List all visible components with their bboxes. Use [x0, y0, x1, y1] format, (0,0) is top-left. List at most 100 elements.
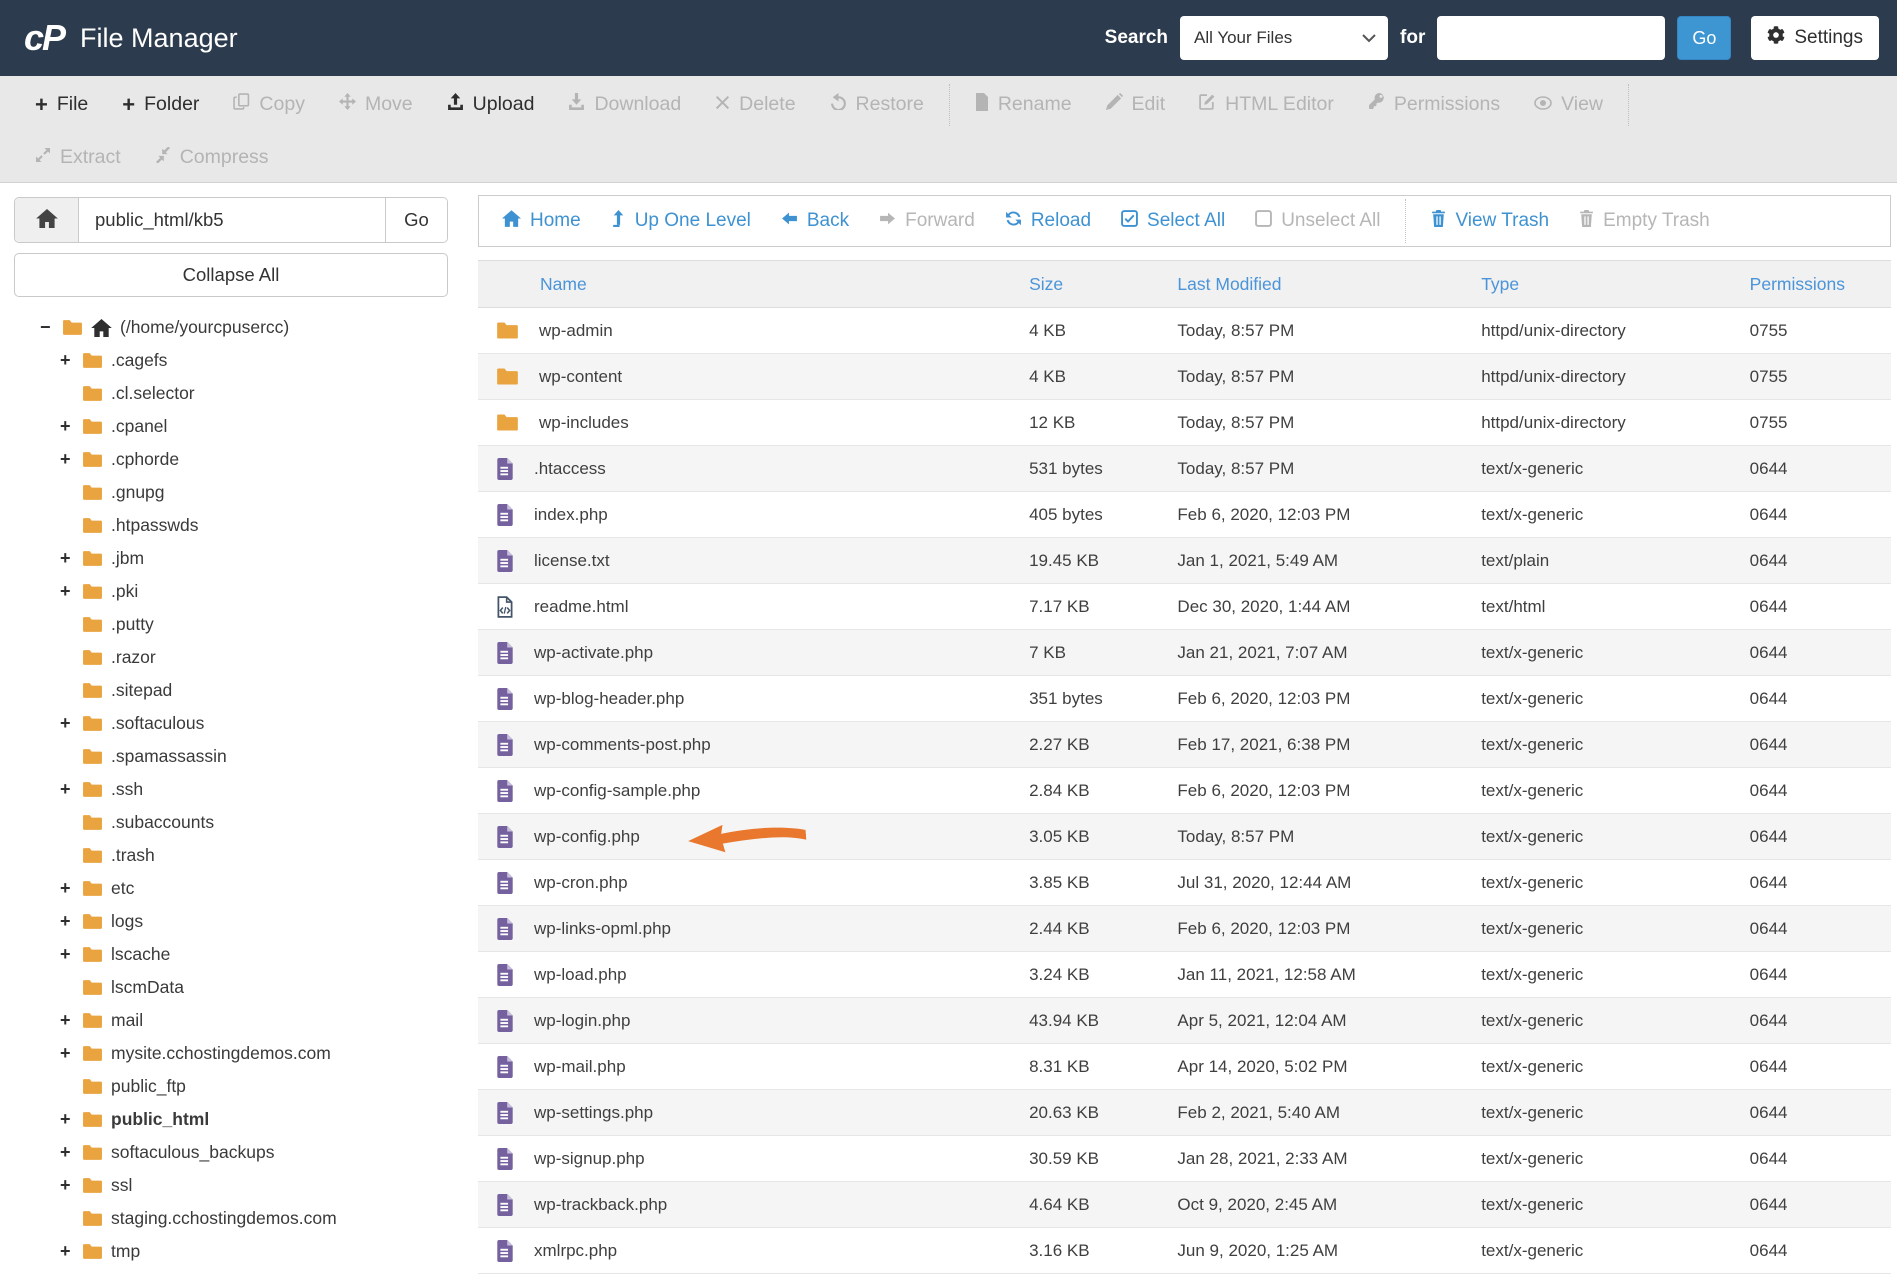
tree-toggle[interactable]: +	[60, 449, 82, 470]
tree-item[interactable]: − (/home/yourcpusercc)	[14, 311, 448, 344]
edit-button[interactable]: Edit	[1089, 93, 1183, 116]
compress-icon-button[interactable]: Compress	[138, 146, 286, 169]
tree-item[interactable]: + tmp	[14, 1235, 448, 1268]
tree-item[interactable]: + .cagefs	[14, 344, 448, 377]
tree-item[interactable]: public_ftp	[14, 1070, 448, 1103]
copy-button[interactable]: Copy	[216, 93, 322, 116]
home-path-button[interactable]	[15, 198, 79, 242]
settings-button[interactable]: Settings	[1751, 16, 1879, 60]
tree-item[interactable]: staging.cchostingdemos.com	[14, 1202, 448, 1235]
extract-button[interactable]: Extract	[18, 146, 138, 169]
tree-item[interactable]: + softaculous_backups	[14, 1136, 448, 1169]
table-row[interactable]: wp-content 4 KB Today, 8:57 PM httpd/uni…	[478, 354, 1891, 400]
tree-item[interactable]: lscmData	[14, 971, 448, 1004]
table-row[interactable]: .htaccess 531 bytes Today, 8:57 PM text/…	[478, 446, 1891, 492]
table-row[interactable]: wp-links-opml.php 2.44 KB Feb 6, 2020, 1…	[478, 906, 1891, 952]
download-button[interactable]: Download	[551, 93, 698, 116]
collapse-all-button[interactable]: Collapse All	[14, 253, 448, 297]
nav-home-button[interactable]: Home	[487, 209, 596, 233]
tree-toggle[interactable]: +	[60, 1043, 82, 1064]
tree-item[interactable]: + mail	[14, 1004, 448, 1037]
tree-item[interactable]: + .pki	[14, 575, 448, 608]
tree-toggle[interactable]: +	[60, 1241, 82, 1262]
table-row[interactable]: wp-login.php 43.94 KB Apr 5, 2021, 12:04…	[478, 998, 1891, 1044]
empty-trash-button[interactable]: Empty Trash	[1564, 209, 1725, 233]
tree-item[interactable]: .subaccounts	[14, 806, 448, 839]
tree-item[interactable]: + .jbm	[14, 542, 448, 575]
table-row[interactable]: readme.html 7.17 KB Dec 30, 2020, 1:44 A…	[478, 584, 1891, 630]
restore-button[interactable]: Restore	[813, 93, 941, 116]
tree-item[interactable]: .gnupg	[14, 476, 448, 509]
tree-item[interactable]: .sitepad	[14, 674, 448, 707]
table-row[interactable]: wp-includes 12 KB Today, 8:57 PM httpd/u…	[478, 400, 1891, 446]
file-button[interactable]: + File	[18, 93, 105, 116]
tree-item[interactable]: .razor	[14, 641, 448, 674]
tree-toggle[interactable]: +	[60, 779, 82, 800]
table-row[interactable]: wp-signup.php 30.59 KB Jan 28, 2021, 2:3…	[478, 1136, 1891, 1182]
tree-toggle[interactable]: +	[60, 350, 82, 371]
column-header-size[interactable]: Size	[1029, 274, 1177, 295]
tree-item[interactable]: + public_html	[14, 1103, 448, 1136]
tree-item[interactable]: .spamassassin	[14, 740, 448, 773]
column-header-permissions[interactable]: Permissions	[1750, 274, 1891, 295]
tree-toggle[interactable]: +	[60, 416, 82, 437]
tree-item[interactable]: + logs	[14, 905, 448, 938]
tree-item[interactable]: + .ssh	[14, 773, 448, 806]
delete-button[interactable]: Delete	[698, 93, 812, 116]
view-button[interactable]: View	[1517, 93, 1620, 116]
column-header-last-modified[interactable]: Last Modified	[1177, 274, 1481, 295]
tree-item[interactable]: .trash	[14, 839, 448, 872]
folder-button[interactable]: + Folder	[105, 93, 216, 116]
tree-item[interactable]: + .cphorde	[14, 443, 448, 476]
upload-button[interactable]: Upload	[430, 93, 552, 116]
table-row[interactable]: wp-comments-post.php 2.27 KB Feb 17, 202…	[478, 722, 1891, 768]
table-row[interactable]: wp-mail.php 8.31 KB Apr 14, 2020, 5:02 P…	[478, 1044, 1891, 1090]
tree-toggle[interactable]: +	[60, 713, 82, 734]
table-row[interactable]: license.txt 19.45 KB Jan 1, 2021, 5:49 A…	[478, 538, 1891, 584]
table-row[interactable]: index.php 405 bytes Feb 6, 2020, 12:03 P…	[478, 492, 1891, 538]
tree-item[interactable]: + .softaculous	[14, 707, 448, 740]
tree-toggle[interactable]: +	[60, 1109, 82, 1130]
column-header-type[interactable]: Type	[1481, 274, 1749, 295]
table-row[interactable]: wp-config-sample.php 2.84 KB Feb 6, 2020…	[478, 768, 1891, 814]
search-scope-select[interactable]: All Your Files	[1180, 16, 1389, 60]
tree-toggle[interactable]: +	[60, 1142, 82, 1163]
table-row[interactable]: xmlrpc.php 3.16 KB Jun 9, 2020, 1:25 AM …	[478, 1228, 1891, 1274]
table-row[interactable]: wp-admin 4 KB Today, 8:57 PM httpd/unix-…	[478, 308, 1891, 354]
view-trash-button[interactable]: View Trash	[1416, 209, 1564, 233]
table-row[interactable]: wp-blog-header.php 351 bytes Feb 6, 2020…	[478, 676, 1891, 722]
tree-item[interactable]: + lscache	[14, 938, 448, 971]
permissions-button[interactable]: Permissions	[1351, 92, 1517, 116]
tree-item[interactable]: + .cpanel	[14, 410, 448, 443]
tree-toggle[interactable]: +	[60, 1010, 82, 1031]
tree-item[interactable]: .putty	[14, 608, 448, 641]
table-row[interactable]: wp-trackback.php 4.64 KB Oct 9, 2020, 2:…	[478, 1182, 1891, 1228]
nav-back-button[interactable]: Back	[766, 210, 864, 232]
nav-reload-button[interactable]: Reload	[990, 210, 1106, 233]
tree-toggle[interactable]: −	[40, 317, 62, 338]
nav-forward-button[interactable]: Forward	[864, 210, 990, 232]
tree-item[interactable]: + ssl	[14, 1169, 448, 1202]
path-input[interactable]	[79, 198, 385, 242]
tree-toggle[interactable]: +	[60, 548, 82, 569]
tree-toggle[interactable]: +	[60, 878, 82, 899]
column-header-name[interactable]: Name	[478, 274, 1029, 295]
tree-item[interactable]: + mysite.cchostingdemos.com	[14, 1037, 448, 1070]
tree-toggle[interactable]: +	[60, 911, 82, 932]
tree-toggle[interactable]: +	[60, 944, 82, 965]
tree-item[interactable]: .htpasswds	[14, 509, 448, 542]
unselect-all-button[interactable]: Unselect All	[1240, 209, 1395, 233]
tree-toggle[interactable]: +	[60, 581, 82, 602]
table-row[interactable]: wp-load.php 3.24 KB Jan 11, 2021, 12:58 …	[478, 952, 1891, 998]
search-go-button[interactable]: Go	[1677, 16, 1732, 60]
move-button[interactable]: Move	[322, 93, 430, 116]
rename-button[interactable]: Rename	[958, 92, 1089, 117]
tree-toggle[interactable]: +	[60, 1175, 82, 1196]
table-row[interactable]: wp-settings.php 20.63 KB Feb 2, 2021, 5:…	[478, 1090, 1891, 1136]
table-row[interactable]: wp-config.php 3.05 KB Today, 8:57 PM tex…	[478, 814, 1891, 860]
path-go-button[interactable]: Go	[385, 198, 447, 242]
table-row[interactable]: wp-activate.php 7 KB Jan 21, 2021, 7:07 …	[478, 630, 1891, 676]
table-row[interactable]: wp-cron.php 3.85 KB Jul 31, 2020, 12:44 …	[478, 860, 1891, 906]
tree-item[interactable]: .cl.selector	[14, 377, 448, 410]
tree-item[interactable]: + etc	[14, 872, 448, 905]
